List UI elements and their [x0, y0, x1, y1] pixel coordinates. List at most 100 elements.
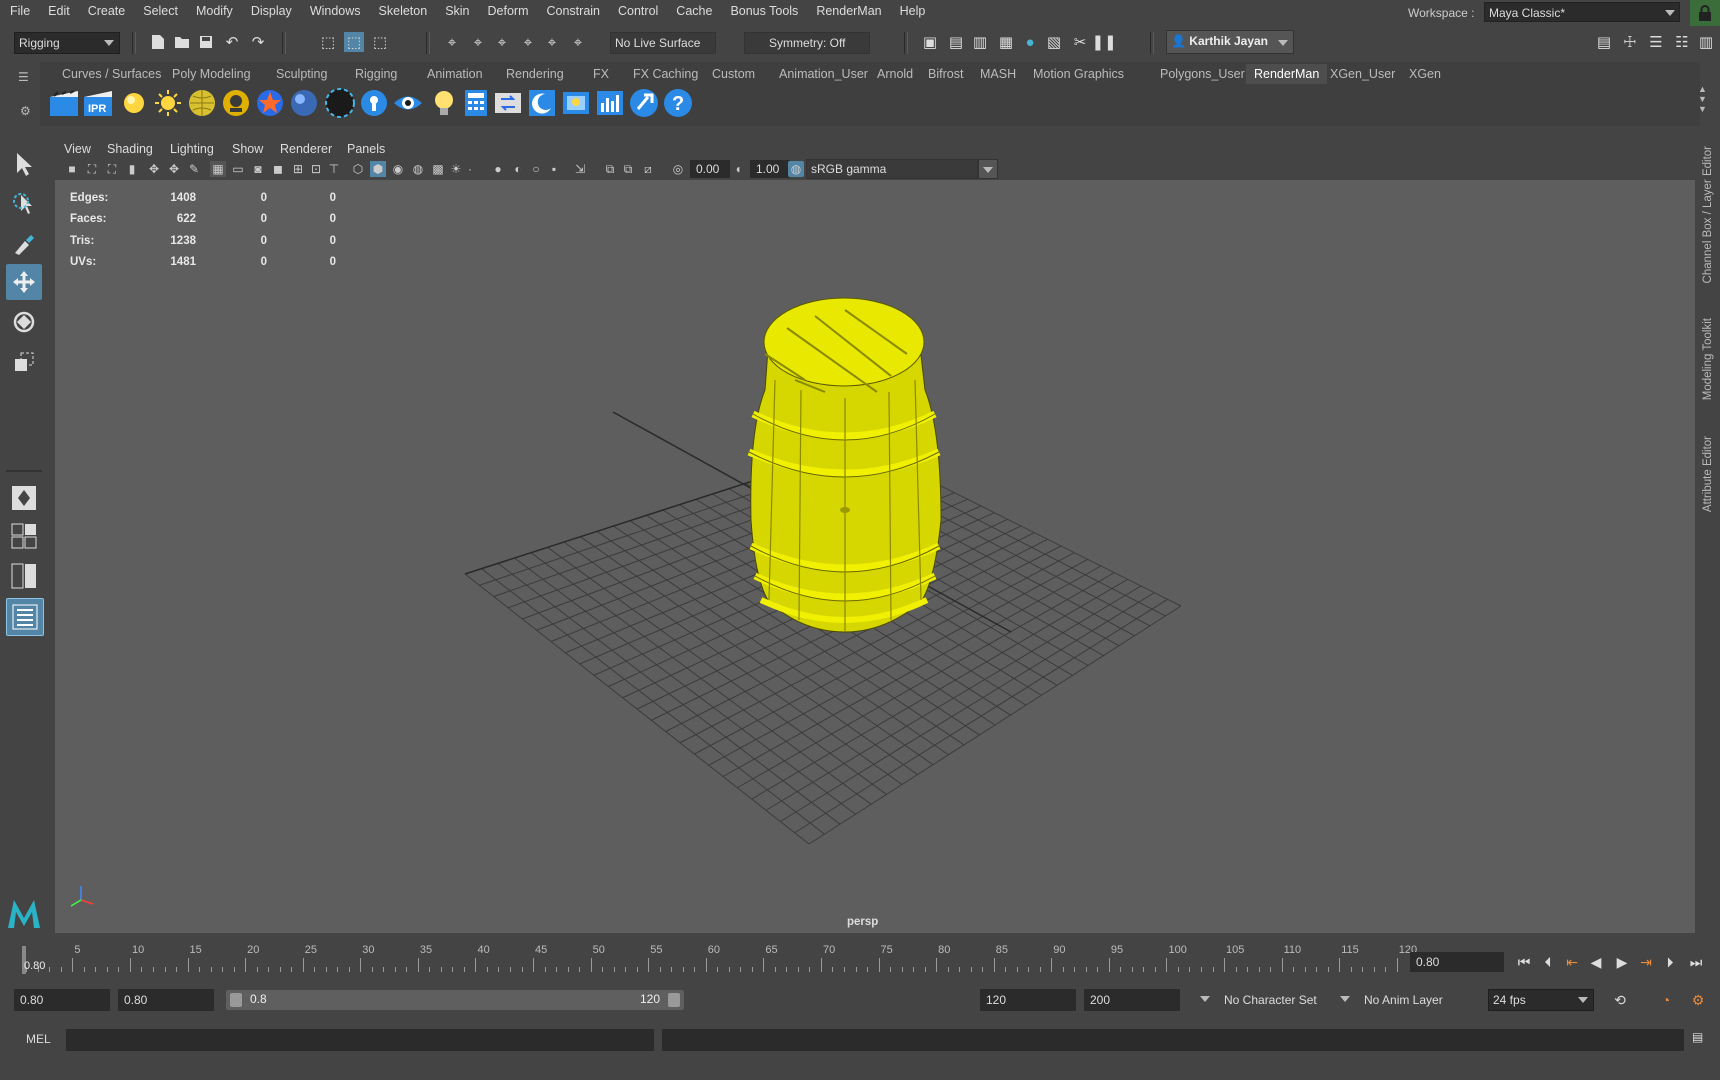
shelf-tab-arnold[interactable]: Arnold	[869, 64, 921, 84]
menu-skeleton[interactable]: Skeleton	[370, 0, 437, 22]
tab-attribute-editor[interactable]: Attribute Editor	[1702, 436, 1714, 512]
step-forward-frame-icon[interactable]: ⏵	[1660, 952, 1680, 972]
tool-settings-toggle-icon[interactable]: ☷	[1672, 32, 1692, 52]
menu-renderman[interactable]: RenderMan	[807, 0, 890, 22]
exposure-icon[interactable]: ◎	[670, 161, 686, 177]
range-start-handle[interactable]	[230, 993, 242, 1007]
select-component-icon[interactable]: ⬚	[370, 32, 390, 52]
textured-icon[interactable]: ◍	[410, 161, 426, 177]
undo-icon[interactable]: ↶	[222, 32, 242, 52]
menu-constrain[interactable]: Constrain	[538, 0, 610, 22]
shelf-tab-xgen-user[interactable]: XGen_User	[1322, 64, 1403, 84]
grease-pencil-icon[interactable]: ✥	[166, 161, 182, 177]
select-tool-icon[interactable]	[6, 146, 42, 182]
pxr-surface-icon[interactable]	[254, 87, 286, 119]
pxr-image-icon[interactable]	[560, 87, 592, 119]
gamma-field[interactable]: 1.00	[750, 160, 790, 178]
snap-point-icon[interactable]: ⌖	[492, 32, 512, 52]
render-setup-icon[interactable]: ▧	[1044, 32, 1064, 52]
render-settings-icon[interactable]: ▦	[996, 32, 1016, 52]
paint-select-tool-icon[interactable]	[6, 226, 42, 262]
view-transform-arrow[interactable]	[978, 159, 998, 179]
animation-start-field[interactable]: 0.80	[14, 989, 110, 1011]
pxr-sphere-icon[interactable]	[324, 87, 356, 119]
animation-end-field[interactable]: 200	[1084, 989, 1180, 1011]
hypershade-icon[interactable]: ●	[1020, 32, 1040, 52]
shelf-tab-poly-modeling[interactable]: Poly Modeling	[164, 64, 259, 84]
pxr-transfer-icon[interactable]	[492, 87, 524, 119]
light-editor-icon[interactable]: ✂	[1070, 32, 1090, 52]
menu-modify[interactable]: Modify	[187, 0, 242, 22]
menu-control[interactable]: Control	[609, 0, 667, 22]
tab-channel-box[interactable]: Channel Box / Layer Editor	[1702, 146, 1714, 283]
workspace-select[interactable]: Maya Classic*	[1484, 2, 1680, 22]
new-scene-icon[interactable]	[148, 32, 168, 52]
user-account-button[interactable]: 👤 Karthik Jayan	[1166, 30, 1294, 54]
depth-of-field-icon[interactable]: ○	[528, 161, 544, 177]
pxr-help-icon[interactable]: ?	[662, 87, 694, 119]
pxr-eye-icon[interactable]	[392, 87, 424, 119]
pxr-moon-icon[interactable]	[526, 87, 558, 119]
menu-skin[interactable]: Skin	[436, 0, 478, 22]
view-transform-dropdown[interactable]: sRGB gamma	[806, 159, 978, 179]
snap-grid-icon[interactable]: ⌖	[442, 32, 462, 52]
shelf-tab-custom[interactable]: Custom	[704, 64, 763, 84]
menu-edit[interactable]: Edit	[39, 0, 79, 22]
sun-light-icon[interactable]	[152, 87, 184, 119]
pxr-stats-icon[interactable]	[594, 87, 626, 119]
shelf-tab-animation-user[interactable]: Animation_User	[771, 64, 876, 84]
snap-vertex-icon[interactable]: ⌖	[568, 32, 588, 52]
range-end-handle[interactable]	[668, 993, 680, 1007]
pxr-light-keyhole-icon[interactable]	[358, 87, 390, 119]
use-all-lights-icon[interactable]: ▩	[430, 161, 446, 177]
step-back-frame-icon[interactable]: ⏴	[1538, 952, 1558, 972]
menu-bonus-tools[interactable]: Bonus Tools	[721, 0, 807, 22]
barrel-mesh[interactable]	[695, 280, 995, 660]
xray-active-icon[interactable]: ⧉	[620, 161, 636, 177]
pxr-calc-icon[interactable]	[460, 87, 492, 119]
gate-mask-icon[interactable]: ◼	[270, 161, 286, 177]
step-back-key-icon[interactable]: ⇤	[1562, 952, 1582, 972]
shelf-tab-renderman[interactable]: RenderMan	[1246, 64, 1328, 84]
2d-pan-zoom-icon[interactable]: ✥	[146, 161, 162, 177]
shelf-tab-fx-caching[interactable]: FX Caching	[625, 64, 706, 84]
menu-select[interactable]: Select	[134, 0, 187, 22]
move-tool-icon[interactable]	[6, 264, 42, 300]
camera-attributes-icon[interactable]: ⛶	[84, 161, 100, 177]
menu-deform[interactable]: Deform	[479, 0, 538, 22]
shelf-tab-motion-graphics[interactable]: Motion Graphics	[1025, 64, 1132, 84]
menu-help[interactable]: Help	[891, 0, 935, 22]
screen-space-ao-icon[interactable]: ·	[462, 161, 478, 177]
menu-file[interactable]: File	[0, 0, 39, 22]
multisample-aa-icon[interactable]: ◐	[510, 161, 526, 177]
shelf-scroll-arrows-icon[interactable]: ▲ ▼ ▼	[1698, 84, 1707, 114]
loop-icon[interactable]: ⟲	[1610, 990, 1630, 1010]
exposure-field[interactable]: 0.00	[690, 160, 730, 178]
viewport-persp[interactable]: Verts: 801 0 0 Edges: 1408 0 0 Faces: 622 0 0 Tris: 1…	[55, 180, 1695, 933]
tab-modeling-toolkit[interactable]: Modeling Toolkit	[1702, 318, 1714, 400]
menu-create[interactable]: Create	[79, 0, 135, 22]
shelf-tab-fx[interactable]: FX	[585, 64, 617, 84]
env-light-icon[interactable]	[220, 87, 252, 119]
lasso-tool-icon[interactable]	[6, 186, 42, 222]
channel-box-toggle-icon[interactable]: ▥	[1696, 32, 1716, 52]
safe-title-icon[interactable]: ⊤	[326, 161, 342, 177]
shelf-tab-polygons-user[interactable]: Polygons_User	[1152, 64, 1253, 84]
ipr-icon[interactable]: IPR	[82, 87, 114, 119]
shelf-tab-rendering[interactable]: Rendering	[498, 64, 572, 84]
wireframe-on-shaded-icon[interactable]: ◉	[390, 161, 406, 177]
human-ik-icon[interactable]: ☩	[1620, 32, 1640, 52]
chevron-down-icon[interactable]	[1340, 996, 1350, 1002]
menu-display[interactable]: Display	[242, 0, 301, 22]
grid-icon[interactable]: ▦	[210, 161, 226, 177]
rotate-tool-icon[interactable]	[6, 304, 42, 340]
shelf-tab-animation[interactable]: Animation	[419, 64, 491, 84]
select-object-icon[interactable]: ⬚	[344, 32, 364, 52]
pxr-settings-icon[interactable]	[628, 87, 660, 119]
character-set-label[interactable]: No Character Set	[1224, 993, 1317, 1007]
scale-tool-icon[interactable]	[6, 344, 42, 380]
lock-icon[interactable]	[1690, 0, 1720, 26]
panel-menu-show[interactable]: Show	[232, 138, 263, 160]
time-ruler[interactable]: 5 10 15 20 25 30 35 40 45 50 55 60 65 70 75 80 85 90 95 100…	[20, 942, 1417, 976]
wireframe-icon[interactable]: ⬡	[350, 161, 366, 177]
